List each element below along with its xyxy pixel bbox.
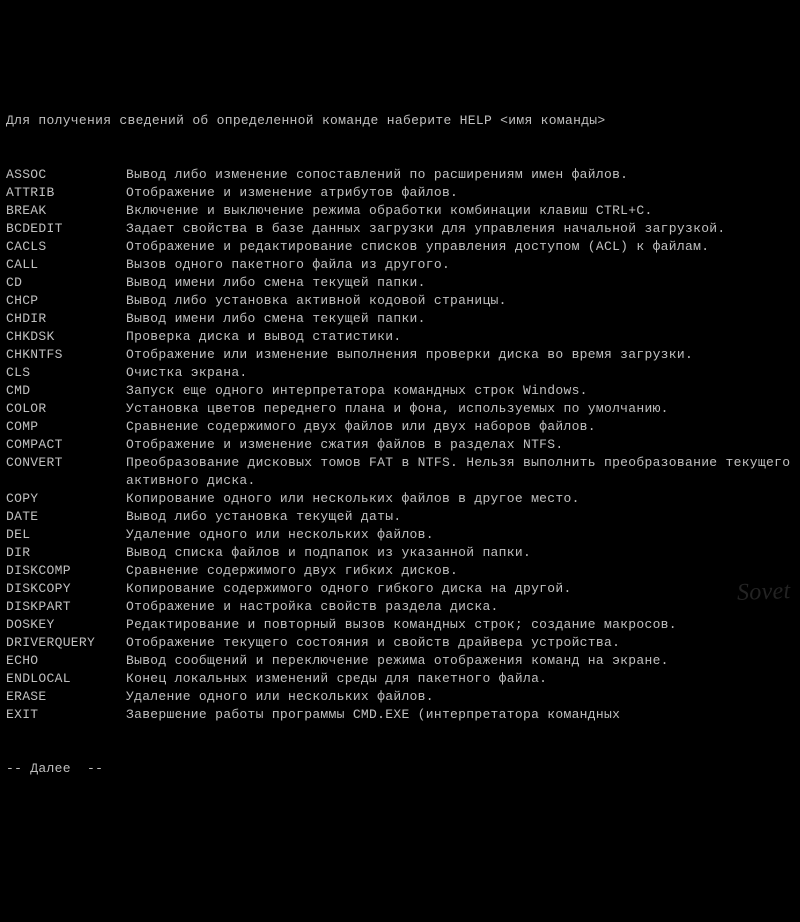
command-row: CALLВызов одного пакетного файла из друг… [6, 256, 794, 274]
command-row: COLORУстановка цветов переднего плана и … [6, 400, 794, 418]
command-row: CLSОчистка экрана. [6, 364, 794, 382]
command-description: Вывод имени либо смена текущей папки. [126, 274, 794, 292]
command-row: DATEВывод либо установка текущей даты. [6, 508, 794, 526]
command-list: ASSOCВывод либо изменение сопоставлений … [6, 166, 794, 724]
command-name: CALL [6, 256, 126, 274]
command-row: DOSKEYРедактирование и повторный вызов к… [6, 616, 794, 634]
command-name: DISKCOMP [6, 562, 126, 580]
more-prompt[interactable]: -- Далее -- [6, 760, 794, 778]
command-name: ERASE [6, 688, 126, 706]
command-name: COPY [6, 490, 126, 508]
command-name: CHCP [6, 292, 126, 310]
command-description: Отображение и редактирование списков упр… [126, 238, 794, 256]
command-row: CONVERTПреобразование дисковых томов FAT… [6, 454, 794, 490]
command-description: Завершение работы программы CMD.EXE (инт… [126, 706, 794, 724]
command-description: Удаление одного или нескольких файлов. [126, 688, 794, 706]
command-description: Вызов одного пакетного файла из другого. [126, 256, 794, 274]
command-description: Вывод списка файлов и подпапок из указан… [126, 544, 794, 562]
command-row: DISKCOMPСравнение содержимого двух гибки… [6, 562, 794, 580]
command-name: COMPACT [6, 436, 126, 454]
command-name: CMD [6, 382, 126, 400]
command-description: Установка цветов переднего плана и фона,… [126, 400, 794, 418]
command-name: ATTRIB [6, 184, 126, 202]
command-row: CHCPВывод либо установка активной кодово… [6, 292, 794, 310]
command-name: DATE [6, 508, 126, 526]
command-description: Отображение или изменение выполнения про… [126, 346, 794, 364]
command-name: CLS [6, 364, 126, 382]
command-name: ECHO [6, 652, 126, 670]
command-row: CMDЗапуск еще одного интерпретатора кома… [6, 382, 794, 400]
command-description: Очистка экрана. [126, 364, 794, 382]
command-row: DISKPARTОтображение и настройка свойств … [6, 598, 794, 616]
command-description: Включение и выключение режима обработки … [126, 202, 794, 220]
command-row: CHKDSKПроверка диска и вывод статистики. [6, 328, 794, 346]
command-row: COMPСравнение содержимого двух файлов ил… [6, 418, 794, 436]
command-row: ATTRIBОтображение и изменение атрибутов … [6, 184, 794, 202]
command-description: Вывод сообщений и переключение режима от… [126, 652, 794, 670]
command-name: CHKNTFS [6, 346, 126, 364]
command-description: Конец локальных изменений среды для паке… [126, 670, 794, 688]
command-row: BCDEDITЗадает свойства в базе данных заг… [6, 220, 794, 238]
command-row: CDВывод имени либо смена текущей папки. [6, 274, 794, 292]
command-description: Отображение и настройка свойств раздела … [126, 598, 794, 616]
command-description: Копирование содержимого одного гибкого д… [126, 580, 794, 598]
command-row: CACLSОтображение и редактирование списко… [6, 238, 794, 256]
command-name: CACLS [6, 238, 126, 256]
command-description: Удаление одного или нескольких файлов. [126, 526, 794, 544]
command-row: DRIVERQUERYОтображение текущего состояни… [6, 634, 794, 652]
command-description: Запуск еще одного интерпретатора командн… [126, 382, 794, 400]
command-name: BREAK [6, 202, 126, 220]
command-row: COPYКопирование одного или нескольких фа… [6, 490, 794, 508]
command-name: COMP [6, 418, 126, 436]
command-name: BCDEDIT [6, 220, 126, 238]
command-description: Задает свойства в базе данных загрузки д… [126, 220, 794, 238]
command-name: COLOR [6, 400, 126, 418]
command-row: CHKNTFSОтображение или изменение выполне… [6, 346, 794, 364]
command-description: Отображение и изменение атрибутов файлов… [126, 184, 794, 202]
command-name: DISKPART [6, 598, 126, 616]
command-description: Редактирование и повторный вызов командн… [126, 616, 794, 634]
command-name: CD [6, 274, 126, 292]
command-row: ASSOCВывод либо изменение сопоставлений … [6, 166, 794, 184]
command-row: CHDIRВывод имени либо смена текущей папк… [6, 310, 794, 328]
command-name: CONVERT [6, 454, 126, 472]
command-description: Отображение и изменение сжатия файлов в … [126, 436, 794, 454]
command-name: DIR [6, 544, 126, 562]
command-description: Вывод либо установка текущей даты. [126, 508, 794, 526]
command-name: CHKDSK [6, 328, 126, 346]
command-name: DRIVERQUERY [6, 634, 126, 652]
command-row: EXITЗавершение работы программы CMD.EXE … [6, 706, 794, 724]
command-row: DELУдаление одного или нескольких файлов… [6, 526, 794, 544]
command-description: Проверка диска и вывод статистики. [126, 328, 794, 346]
command-description: Сравнение содержимого двух гибких дисков… [126, 562, 794, 580]
command-name: ASSOC [6, 166, 126, 184]
command-row: COMPACTОтображение и изменение сжатия фа… [6, 436, 794, 454]
command-description: Вывод имени либо смена текущей папки. [126, 310, 794, 328]
command-description: Вывод либо изменение сопоставлений по ра… [126, 166, 794, 184]
command-name: DOSKEY [6, 616, 126, 634]
command-name: DISKCOPY [6, 580, 126, 598]
command-row: DISKCOPYКопирование содержимого одного г… [6, 580, 794, 598]
terminal-window[interactable]: Для получения сведений об определенной к… [6, 76, 794, 796]
command-name: ENDLOCAL [6, 670, 126, 688]
help-header: Для получения сведений об определенной к… [6, 112, 794, 130]
command-description: Копирование одного или нескольких файлов… [126, 490, 794, 508]
command-row: ENDLOCALКонец локальных изменений среды … [6, 670, 794, 688]
command-name: CHDIR [6, 310, 126, 328]
command-description: Отображение текущего состояния и свойств… [126, 634, 794, 652]
command-description: Преобразование дисковых томов FAT в NTFS… [126, 454, 794, 490]
command-description: Вывод либо установка активной кодовой ст… [126, 292, 794, 310]
command-row: BREAKВключение и выключение режима обраб… [6, 202, 794, 220]
command-description: Сравнение содержимого двух файлов или дв… [126, 418, 794, 436]
command-row: ECHOВывод сообщений и переключение режим… [6, 652, 794, 670]
command-row: ERASEУдаление одного или нескольких файл… [6, 688, 794, 706]
command-row: DIRВывод списка файлов и подпапок из ука… [6, 544, 794, 562]
command-name: EXIT [6, 706, 126, 724]
command-name: DEL [6, 526, 126, 544]
